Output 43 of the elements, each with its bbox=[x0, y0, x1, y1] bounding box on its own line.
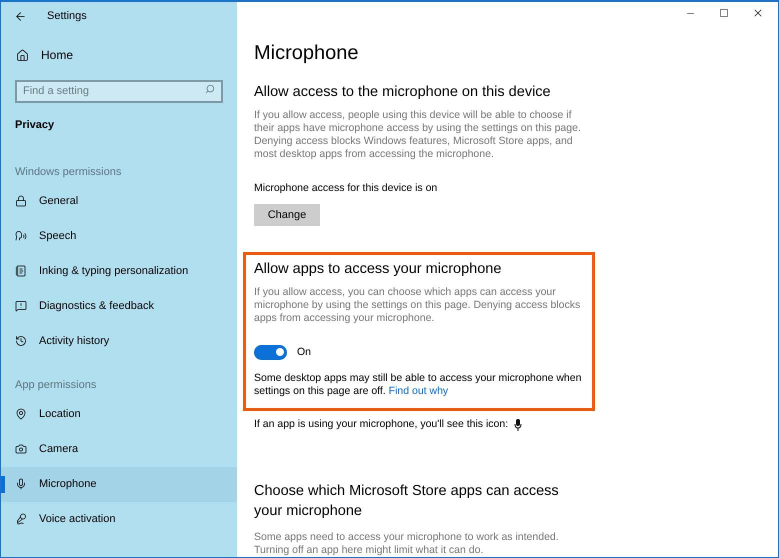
nav-item[interactable]: Activity history bbox=[1, 324, 237, 358]
note-text: Some desktop apps may still be able to access your microphone when settings on this page are off. Find out why bbox=[254, 372, 582, 398]
window-title: Settings bbox=[47, 8, 87, 24]
section-description: If you allow access, you can choose which apps can access your microphone by using the settings on this page. Denying access blocks apps from accessing your microphone. bbox=[254, 286, 582, 324]
toggle-label: On bbox=[297, 344, 312, 360]
nav-item[interactable]: General bbox=[1, 184, 237, 218]
camera-icon bbox=[15, 443, 27, 455]
maximize-icon[interactable] bbox=[719, 8, 729, 18]
nav-item[interactable]: Camera bbox=[1, 432, 237, 466]
microphone-icon bbox=[514, 419, 522, 432]
nav-item[interactable]: Voice activation bbox=[1, 502, 237, 536]
section-description: Some apps need to access your microphone to work as intended. Turning off an app here might limit what it can do. bbox=[254, 531, 560, 557]
change-button[interactable]: Change bbox=[254, 204, 320, 226]
microphone-icon bbox=[15, 513, 27, 525]
category-heading: Privacy bbox=[14, 118, 54, 133]
speaking-person-icon bbox=[15, 230, 27, 242]
history-icon bbox=[15, 335, 27, 347]
nav-item[interactable]: Location bbox=[1, 396, 237, 432]
nav-item[interactable]: Home bbox=[1, 42, 237, 68]
feedback-icon bbox=[15, 300, 27, 312]
nav-item[interactable]: Inking & typing personalization bbox=[1, 254, 237, 288]
map-pin-icon bbox=[15, 408, 27, 420]
group-heading: App permissions bbox=[14, 378, 96, 392]
search-icon bbox=[205, 84, 215, 94]
section-heading: Allow apps to access your microphone bbox=[254, 260, 502, 279]
icon-hint-text: If an app is using your microphone, you'll see this icon: bbox=[254, 417, 508, 432]
status-text: Microphone access for this device is on bbox=[254, 181, 438, 196]
section-heading: Choose which Microsoft Store apps can access your microphone bbox=[254, 482, 560, 521]
microphone-icon bbox=[15, 478, 27, 490]
back-icon[interactable] bbox=[14, 10, 27, 22]
find-out-why-link[interactable]: Find out why bbox=[388, 385, 448, 398]
nav-item[interactable]: Diagnostics & feedback bbox=[1, 288, 237, 324]
section-heading: Allow access to the microphone on this device bbox=[254, 83, 552, 102]
home-icon bbox=[16, 48, 29, 62]
nav-item[interactable]: Microphone bbox=[1, 466, 237, 502]
section-description: If you allow access, people using this device will be able to choose if their apps have microphone access by using the settings on this page. Denying access blocks Windows features, Microsoft Store apps, and most desktop apps from accessing the microphone. bbox=[254, 109, 582, 161]
lock-icon bbox=[15, 195, 27, 207]
group-heading: Windows permissions bbox=[14, 164, 122, 180]
nav-item[interactable]: Speech bbox=[1, 218, 237, 254]
toggle-switch[interactable] bbox=[254, 344, 287, 360]
page-title: Microphone bbox=[254, 41, 359, 66]
notebook-icon bbox=[15, 265, 27, 277]
search-field[interactable]: Find a setting bbox=[15, 80, 223, 102]
